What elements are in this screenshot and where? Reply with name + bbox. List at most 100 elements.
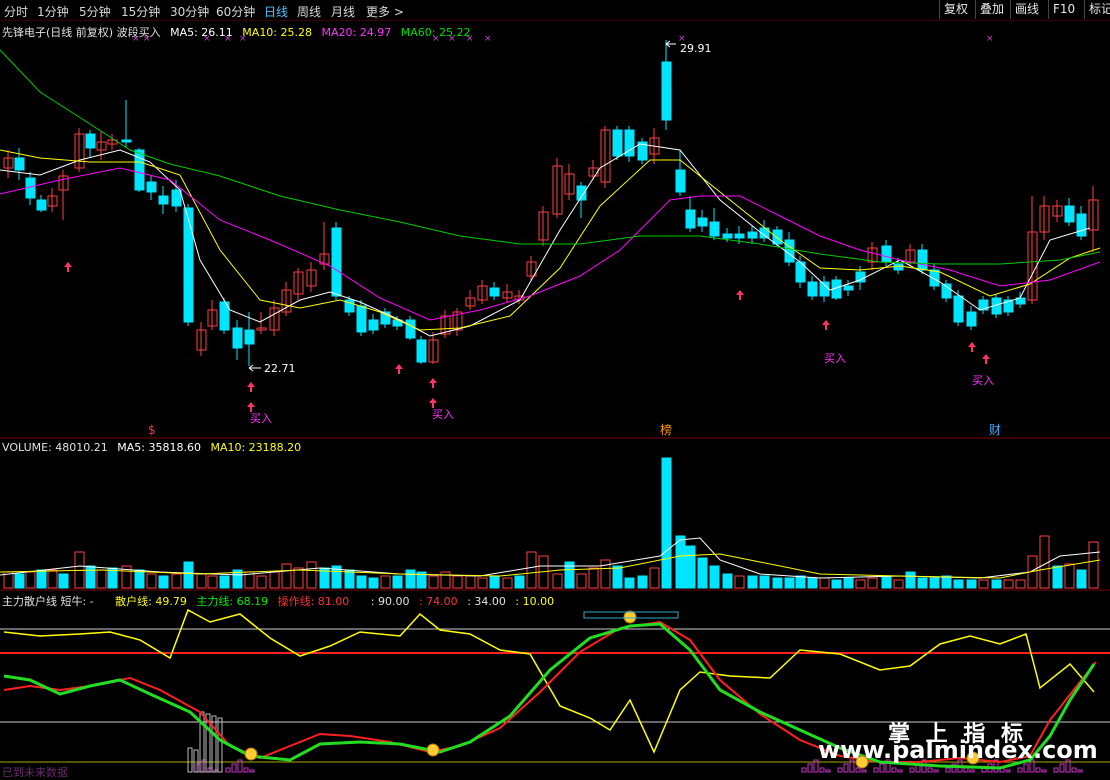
volume-bar [344,569,355,589]
tab-period-1[interactable]: 1分钟 [37,3,69,20]
candle-body [576,185,587,201]
tab-period-8[interactable]: 月线 [331,3,355,20]
volume-bar [637,575,648,589]
histogram-bar [1071,767,1077,773]
volume-bar [881,575,892,589]
candle-body [269,307,280,331]
histogram-bar [201,759,207,773]
volume-bar [661,457,672,589]
volume-bar [256,575,267,589]
histogram-bar [819,767,825,773]
candle-body [158,195,169,205]
volume-bar [807,577,818,589]
ma10-value: MA10: 25.28 [242,26,313,39]
candle-body [538,211,549,241]
histogram-bar [1005,769,1011,773]
watermark-url: www.palmindex.com [818,736,1098,764]
volume-bar [867,577,878,589]
histogram-bar [225,767,231,773]
candle-body [344,299,355,313]
candle-body [514,295,525,301]
buy-label: 买入 [972,374,994,387]
candle-body [953,295,964,323]
volume-bar [207,575,218,589]
candle-body [722,233,733,239]
candle-body [1003,299,1014,313]
candle-body [356,305,367,333]
ma60-line [0,49,1101,265]
tab-period-6[interactable]: 日线 [264,3,288,20]
histogram-bar [837,767,843,773]
candle-body [452,311,463,331]
volume-bar [514,575,525,589]
histogram-bar [855,767,861,773]
volume-bar [1064,563,1075,589]
high-price-label: 29.91 [680,42,712,55]
toolbar-button-1[interactable]: 叠加 [975,0,1008,19]
event-marker: 财 [989,423,1001,437]
tab-period-7[interactable]: 周线 [297,3,321,20]
candle-body [991,297,1002,315]
histogram-bar [801,767,807,773]
candle-body [917,249,928,271]
volume-bar [685,545,696,589]
level-90: : 90.00 [370,595,410,608]
event-marker: $ [148,423,156,437]
tab-period-2[interactable]: 5分钟 [79,3,111,20]
candle-body [1015,297,1026,305]
volume-bar [649,567,660,589]
volume-bar [85,565,96,589]
candle-body [649,137,660,155]
toolbar-button-3[interactable]: F10 [1048,0,1079,19]
volume-ma10: MA10: 23188.20 [210,441,302,454]
volume-bar [14,573,25,589]
volume-legend: VOLUME: 48010.21 MA5: 35818.60 MA10: 231… [2,441,307,454]
candle-body [107,139,118,145]
histogram-bar [237,759,243,773]
volume-bar [978,579,989,589]
tab-period-5[interactable]: 60分钟 [216,3,255,20]
candle-body [831,279,842,299]
low-pointer-icon [248,364,261,372]
tab-period-9[interactable]: 更多 > [366,3,404,20]
histogram-bar [897,769,903,773]
stock-chart[interactable]: × × × × × × × × × × ×买入 买入买入买入29.9122.71$ 榜财 [0,0,1110,780]
candle-body [709,221,720,237]
volume-bar [734,575,745,589]
candle-body [637,141,648,161]
smiley-icon [623,610,637,624]
toolbar-button-4[interactable]: 标记 [1084,0,1110,19]
ma5-value: MA5: 26.11 [170,26,233,39]
candle-body [966,311,977,327]
candle-body [121,139,132,143]
candle-body [819,281,830,297]
candle-body [978,299,989,311]
candle-body [465,297,476,307]
candle-body [941,283,952,299]
buy-arrow-icon [247,382,255,392]
histogram-bar [1077,769,1083,773]
level-34: : 34.00 [467,595,506,608]
tab-period-3[interactable]: 15分钟 [121,3,160,20]
indicator-legend: 主力散户线 短牛: - 散户线: 49.79 主力线: 68.19 操作线: 8… [2,593,560,609]
candle-body [196,329,207,351]
candle-body [146,181,157,193]
volume-bar [219,575,230,589]
smiley-icon [426,743,440,757]
histogram-bar [1041,769,1047,773]
x-marker: × [484,34,492,44]
toolbar-button-0[interactable]: 复权 [939,0,972,19]
toolbar-button-2[interactable]: 画线 [1010,0,1043,19]
histogram-bar [825,769,831,773]
smiley-icon [244,747,258,761]
histogram-bar [861,769,867,773]
volume-bar [612,565,623,589]
tab-period-4[interactable]: 30分钟 [170,3,209,20]
candle-body [331,227,342,297]
volume-bar [953,579,964,589]
histogram-bar [205,713,211,773]
indicator-name: 主力散户线 短牛: - [2,595,94,608]
volume-bar [991,579,1002,589]
volume-bar [244,571,255,589]
tab-period-0[interactable]: 分时 [4,3,28,20]
